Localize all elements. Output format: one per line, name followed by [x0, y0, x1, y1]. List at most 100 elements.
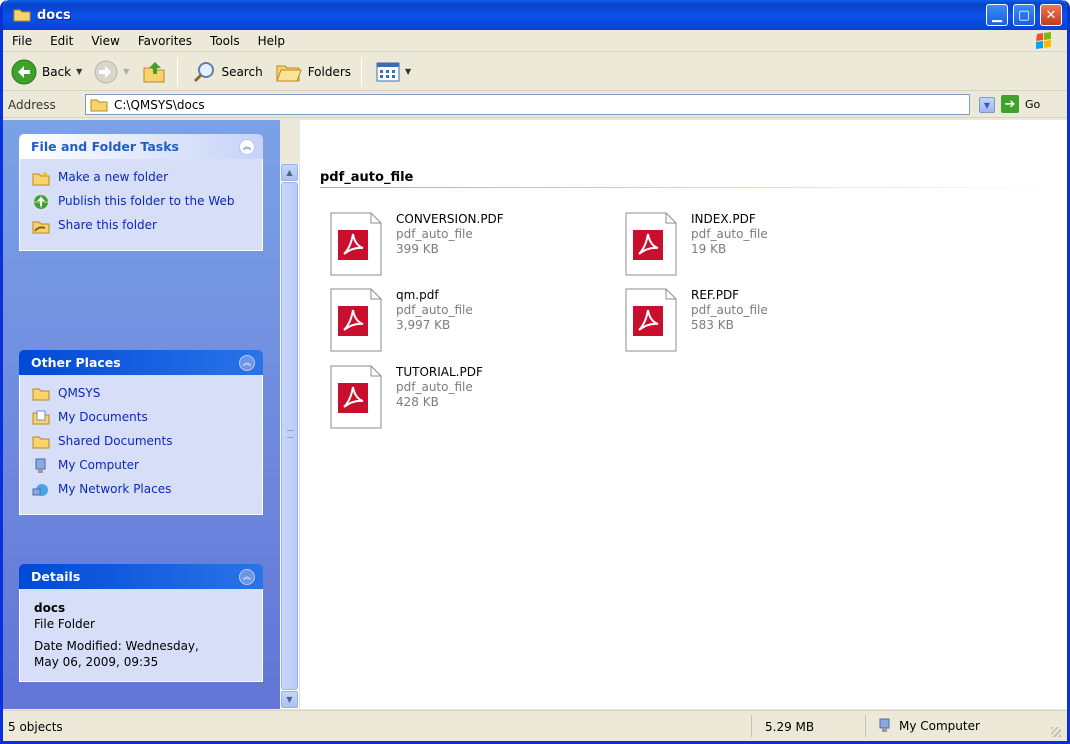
address-dropdown-button[interactable]: ▼: [979, 97, 995, 113]
back-button[interactable]: Back ▼: [7, 57, 86, 87]
views-button[interactable]: ▼: [372, 57, 415, 87]
place-qmsys[interactable]: QMSYS: [32, 386, 250, 402]
task-share-folder[interactable]: Share this folder: [32, 218, 250, 234]
standard-toolbar: Back ▼ ▼ Search Folders ▼: [3, 53, 1067, 91]
other-places-panel: Other Places ︽ QMSYS My Documents Shared…: [19, 350, 263, 515]
my-computer-icon: [35, 458, 46, 473]
back-arrow-icon: [11, 59, 37, 84]
explorer-window: docs ▁ ▢ ✕ File Edit View Favorites Tool…: [0, 0, 1070, 744]
address-input[interactable]: C:\QMSYS\docs: [85, 94, 970, 115]
up-folder-button[interactable]: [137, 57, 171, 87]
minimize-button[interactable]: ▁: [986, 4, 1008, 26]
menu-bar: File Edit View Favorites Tools Help: [3, 30, 1067, 52]
close-button[interactable]: ✕: [1040, 4, 1062, 26]
folder-icon: [13, 9, 31, 22]
panel-header[interactable]: File and Folder Tasks ︽: [19, 134, 263, 159]
go-button[interactable]: ➔ Go: [1001, 95, 1040, 113]
scroll-down-button[interactable]: ▼: [281, 691, 298, 708]
place-label: QMSYS: [58, 386, 101, 400]
menu-view[interactable]: View: [82, 34, 128, 48]
place-my-computer[interactable]: My Computer: [32, 458, 250, 474]
menu-tools[interactable]: Tools: [201, 34, 249, 48]
maximize-button[interactable]: ▢: [1013, 4, 1035, 26]
address-label: Address: [8, 97, 56, 112]
go-label: Go: [1025, 97, 1041, 111]
back-label: Back: [42, 64, 72, 79]
collapse-chevron-icon[interactable]: ︽: [239, 568, 255, 585]
pdf-file-icon: [625, 212, 677, 276]
chevron-down-icon[interactable]: ▼: [123, 67, 129, 76]
my-computer-icon: [879, 718, 890, 732]
file-type: pdf_auto_file: [396, 380, 473, 394]
file-item[interactable]: INDEX.PDF pdf_auto_file 19 KB: [625, 212, 915, 284]
network-places-icon: [32, 484, 48, 496]
panel-title: Other Places: [31, 355, 121, 370]
panel-header[interactable]: Other Places ︽: [19, 350, 263, 375]
status-bar: 5 objects 5.29 MB My Computer: [3, 710, 1067, 741]
chevron-down-icon: ▼: [983, 100, 991, 110]
file-item[interactable]: CONVERSION.PDF pdf_auto_file 399 KB: [330, 212, 620, 284]
scroll-up-button[interactable]: ▲: [281, 164, 298, 181]
scroll-thumb[interactable]: [281, 182, 298, 690]
details-name: docs: [34, 601, 66, 615]
folder-icon: [32, 436, 50, 449]
task-make-new-folder[interactable]: Make a new folder: [32, 170, 250, 186]
folder-icon: [90, 99, 108, 111]
menu-favorites[interactable]: Favorites: [129, 34, 201, 48]
status-divider: [751, 715, 752, 737]
toolbar-separator: [177, 57, 179, 86]
place-network-places[interactable]: My Network Places: [32, 482, 250, 498]
my-documents-icon: [32, 410, 50, 425]
folder-icon: [32, 388, 50, 401]
file-type: pdf_auto_file: [691, 303, 768, 317]
minimize-icon: ▁: [992, 7, 1002, 23]
resize-grip[interactable]: [1051, 727, 1061, 737]
file-item[interactable]: TUTORIAL.PDF pdf_auto_file 428 KB: [330, 365, 620, 437]
file-item[interactable]: REF.PDF pdf_auto_file 583 KB: [625, 288, 915, 360]
views-icon: [376, 62, 400, 81]
maximize-icon: ▢: [1017, 7, 1031, 23]
place-label: My Computer: [58, 458, 139, 472]
place-my-documents[interactable]: My Documents: [32, 410, 250, 426]
place-label: My Documents: [58, 410, 148, 424]
search-button[interactable]: Search: [188, 57, 266, 87]
folders-button[interactable]: Folders: [271, 57, 355, 87]
group-header: pdf_auto_file: [320, 170, 414, 185]
forward-arrow-icon: [94, 60, 118, 83]
details-modified-line2: May 06, 2009, 09:35: [34, 655, 159, 669]
task-label: Share this folder: [58, 218, 157, 232]
pdf-file-icon: [330, 288, 382, 352]
share-folder-icon: [32, 221, 50, 234]
panel-body: docs File Folder Date Modified: Wednesda…: [19, 589, 263, 682]
chevron-down-icon[interactable]: ▼: [76, 67, 82, 76]
file-item[interactable]: qm.pdf pdf_auto_file 3,997 KB: [330, 288, 620, 360]
title-bar[interactable]: docs ▁ ▢ ✕: [3, 0, 1067, 30]
place-shared-documents[interactable]: Shared Documents: [32, 434, 250, 450]
details-modified-line1: Date Modified: Wednesday,: [34, 639, 199, 653]
pdf-file-icon: [330, 365, 382, 429]
chevron-down-icon: ▼: [286, 695, 293, 704]
file-size: 428 KB: [396, 395, 439, 409]
menu-help[interactable]: Help: [249, 34, 294, 48]
status-total-size: 5.29 MB: [765, 720, 815, 734]
pdf-file-icon: [625, 288, 677, 352]
windows-logo-icon: [1036, 32, 1051, 49]
menu-edit[interactable]: Edit: [41, 34, 82, 48]
group-divider: [320, 187, 1060, 188]
task-label: Make a new folder: [58, 170, 169, 184]
toolbar-separator: [361, 57, 363, 86]
collapse-chevron-icon[interactable]: ︽: [239, 138, 255, 155]
place-label: Shared Documents: [58, 434, 173, 448]
menu-file[interactable]: File: [3, 34, 41, 48]
task-publish-web[interactable]: Publish this folder to the Web: [32, 194, 250, 210]
panel-header[interactable]: Details ︽: [19, 564, 263, 589]
task-label: Publish this folder to the Web: [58, 194, 235, 208]
file-type: pdf_auto_file: [691, 227, 768, 241]
vertical-scrollbar[interactable]: ▲ ▼: [280, 164, 300, 709]
panel-body: Make a new folder Publish this folder to…: [19, 159, 263, 251]
forward-button[interactable]: ▼: [90, 57, 133, 87]
close-icon: ✕: [1045, 7, 1057, 23]
collapse-chevron-icon[interactable]: ︽: [239, 354, 255, 371]
chevron-down-icon[interactable]: ▼: [405, 67, 411, 76]
address-bar: Address C:\QMSYS\docs ▼ ➔ Go: [3, 92, 1067, 118]
